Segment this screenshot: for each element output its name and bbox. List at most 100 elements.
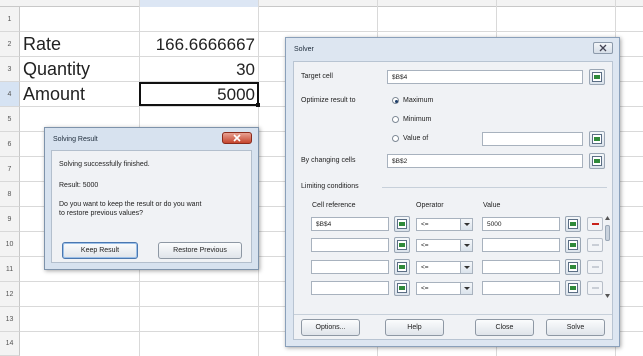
- message-question-line2: to restore previous values?: [59, 210, 144, 217]
- condition-operator-4[interactable]: <=: [416, 282, 473, 295]
- shrink-value-2[interactable]: [565, 237, 581, 253]
- row-header[interactable]: 4: [0, 82, 20, 107]
- dialog-body: Solving successfully finished. Result: 5…: [51, 150, 252, 263]
- column-header-bar: [0, 0, 643, 7]
- changing-cells-input[interactable]: $B$2: [387, 154, 583, 168]
- close-icon: [233, 134, 241, 142]
- close-button[interactable]: [222, 132, 252, 144]
- shrink-value-3[interactable]: [565, 259, 581, 275]
- target-cell-input[interactable]: $B$4: [387, 70, 583, 84]
- close-icon: [599, 44, 607, 52]
- help-button[interactable]: Help: [385, 319, 444, 336]
- row-header[interactable]: 9: [0, 207, 20, 232]
- cell-b3[interactable]: 30: [139, 60, 255, 80]
- close-button[interactable]: [593, 42, 613, 54]
- row-header[interactable]: 8: [0, 182, 20, 207]
- column-b-header[interactable]: [139, 0, 258, 7]
- shrink-ref-3[interactable]: [394, 259, 410, 275]
- condition-ref-3[interactable]: [311, 260, 389, 274]
- optimize-label: Optimize result to: [301, 97, 356, 104]
- condition-value-3[interactable]: [482, 260, 560, 274]
- condition-value-2[interactable]: [482, 238, 560, 252]
- row-header[interactable]: 7: [0, 157, 20, 182]
- operator-value: <=: [421, 221, 429, 228]
- row-header[interactable]: 2: [0, 32, 20, 57]
- value-of-label[interactable]: Value of: [403, 135, 428, 142]
- solve-button[interactable]: Solve: [546, 319, 605, 336]
- shrink-value-button[interactable]: [589, 131, 605, 147]
- row-header[interactable]: 3: [0, 57, 20, 82]
- target-cell-label: Target cell: [301, 73, 333, 80]
- row-header[interactable]: 6: [0, 132, 20, 157]
- condition-operator-2[interactable]: <=: [416, 239, 473, 252]
- cell-a3[interactable]: Quantity: [23, 59, 90, 80]
- cell-a4[interactable]: Amount: [23, 84, 85, 105]
- radio-value-of[interactable]: [392, 135, 399, 142]
- chevron-down-icon: [460, 283, 472, 294]
- col-value: Value: [483, 202, 501, 209]
- options-button[interactable]: Options...: [301, 319, 360, 336]
- restore-previous-button[interactable]: Restore Previous: [158, 242, 242, 259]
- condition-ref-4[interactable]: [311, 281, 389, 295]
- scroll-up-icon[interactable]: [604, 215, 611, 221]
- cell-select-icon: [397, 283, 407, 293]
- row-header[interactable]: 11: [0, 257, 20, 282]
- row-header[interactable]: 12: [0, 282, 20, 307]
- row-header[interactable]: 14: [0, 332, 20, 356]
- condition-operator-1[interactable]: <=: [416, 218, 473, 231]
- fill-handle[interactable]: [256, 103, 260, 107]
- shrink-ref-2[interactable]: [394, 237, 410, 253]
- row-header[interactable]: 5: [0, 107, 20, 132]
- condition-value-1[interactable]: 5000: [482, 217, 560, 231]
- delete-condition-4[interactable]: [587, 281, 603, 295]
- shrink-target-button[interactable]: [589, 69, 605, 85]
- operator-value: <=: [421, 285, 429, 292]
- shrink-changing-button[interactable]: [589, 153, 605, 169]
- changing-cells-label: By changing cells: [301, 157, 356, 164]
- delete-condition-3[interactable]: [587, 260, 603, 274]
- row-header[interactable]: 13: [0, 307, 20, 332]
- condition-operator-3[interactable]: <=: [416, 261, 473, 274]
- operator-value: <=: [421, 242, 429, 249]
- cell-b2[interactable]: 166.6666667: [139, 35, 255, 55]
- cell-select-icon: [592, 134, 602, 144]
- shrink-ref-4[interactable]: [394, 280, 410, 296]
- cell-select-icon: [397, 262, 407, 272]
- solving-result-dialog: Solving Result Solving successfully fini…: [44, 127, 259, 270]
- delete-condition-1[interactable]: [587, 217, 603, 231]
- scrollbar-thumb[interactable]: [605, 225, 610, 241]
- condition-ref-1[interactable]: $B$4: [311, 217, 389, 231]
- scroll-down-icon[interactable]: [604, 293, 611, 299]
- message-finished: Solving successfully finished.: [59, 161, 150, 168]
- chevron-down-icon: [460, 240, 472, 251]
- shrink-value-1[interactable]: [565, 216, 581, 232]
- radio-maximum[interactable]: [392, 97, 399, 104]
- cell-select-icon: [592, 156, 602, 166]
- maximum-label[interactable]: Maximum: [403, 97, 433, 104]
- cell-select-icon: [568, 240, 578, 250]
- col-cell-reference: Cell reference: [312, 202, 356, 209]
- message-result: Result: 5000: [59, 182, 99, 189]
- shrink-ref-1[interactable]: [394, 216, 410, 232]
- cell-select-icon: [568, 283, 578, 293]
- cell-select-icon: [592, 72, 602, 82]
- keep-result-button[interactable]: Keep Result: [62, 242, 138, 259]
- message-question-line1: Do you want to keep the result or do you…: [59, 201, 202, 208]
- cell-a2[interactable]: Rate: [23, 34, 61, 55]
- condition-ref-2[interactable]: [311, 238, 389, 252]
- condition-value-4[interactable]: [482, 281, 560, 295]
- cell-b4[interactable]: 5000: [139, 85, 255, 105]
- minimum-label[interactable]: Minimum: [403, 116, 431, 123]
- radio-minimum[interactable]: [392, 116, 399, 123]
- close-dialog-button[interactable]: Close: [475, 319, 534, 336]
- row-header[interactable]: 10: [0, 232, 20, 257]
- conditions-scrollbar[interactable]: [604, 215, 611, 300]
- delete-condition-2[interactable]: [587, 238, 603, 252]
- cell-select-icon: [568, 219, 578, 229]
- limiting-conditions-label: Limiting conditions: [301, 183, 359, 190]
- value-of-input[interactable]: [482, 132, 583, 146]
- shrink-value-4[interactable]: [565, 280, 581, 296]
- row-header[interactable]: 1: [0, 7, 20, 32]
- col-operator: Operator: [416, 202, 444, 209]
- gridline: [20, 31, 643, 32]
